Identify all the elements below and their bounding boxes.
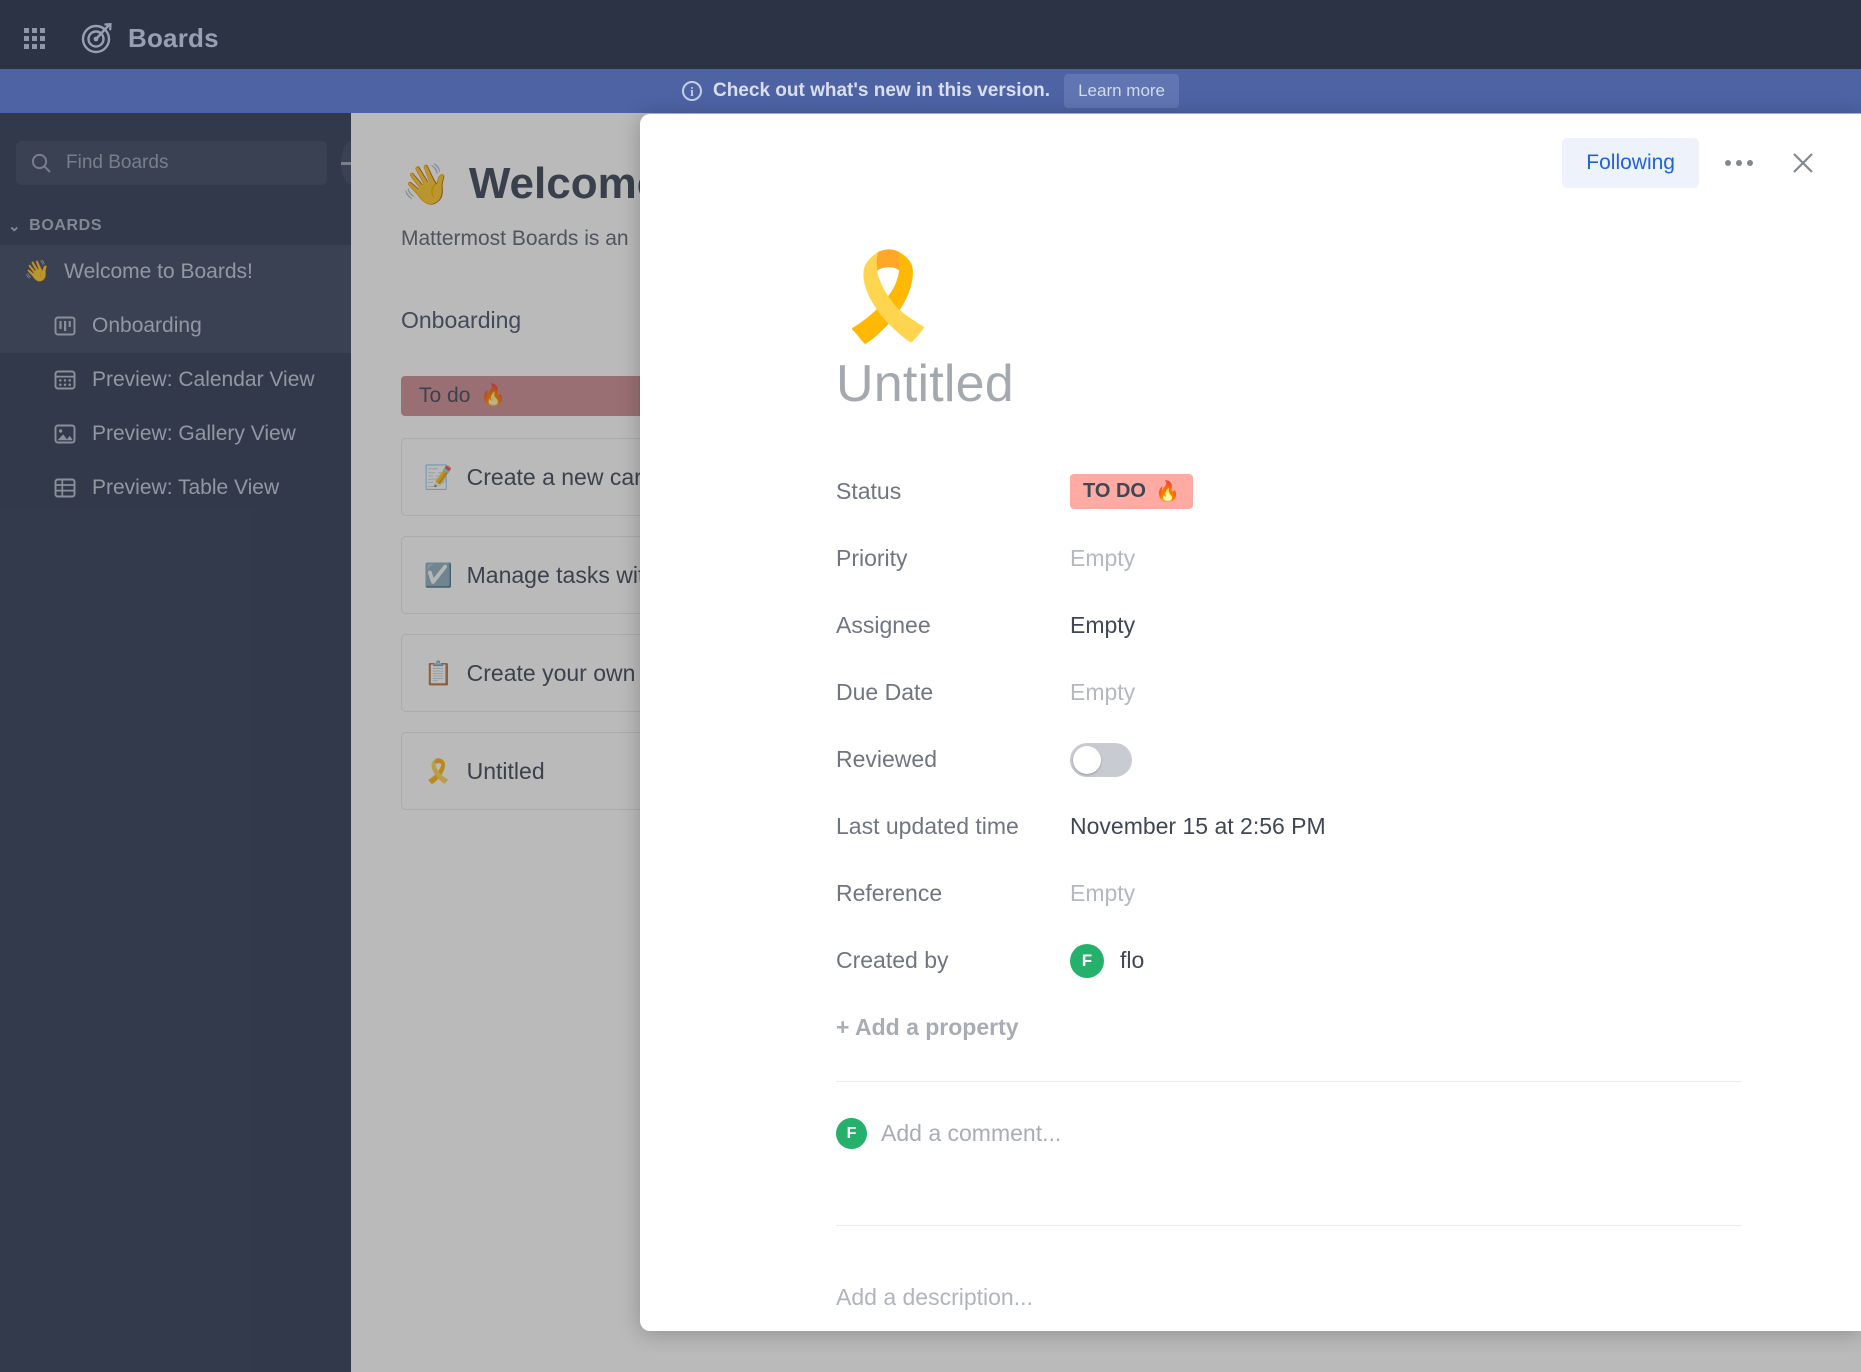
avatar: F xyxy=(836,1118,867,1149)
grid-menu-dots xyxy=(23,27,45,49)
grid-menu-icon[interactable] xyxy=(14,18,54,58)
boards-target-logo-icon xyxy=(80,21,114,55)
property-value[interactable]: Empty xyxy=(1070,612,1135,639)
property-label: Created by xyxy=(836,947,949,973)
learn-more-button[interactable]: Learn more xyxy=(1064,74,1180,108)
property-row-priority: Priority Empty xyxy=(836,525,1741,592)
property-value[interactable]: TO DO 🔥 xyxy=(1070,474,1193,509)
announcement-message: Check out what's new in this version. xyxy=(712,80,1051,101)
property-row-last-updated-time: Last updated time November 15 at 2:56 PM xyxy=(836,793,1741,860)
window-top-strip xyxy=(0,0,1861,7)
property-label: Reviewed xyxy=(836,746,937,772)
property-value[interactable]: Empty xyxy=(1070,679,1135,706)
property-row-created-by: Created by F flo xyxy=(836,927,1741,994)
property-row-reviewed: Reviewed xyxy=(836,726,1741,793)
card-emoji-icon[interactable]: 🎗️ xyxy=(836,254,1741,338)
status-badge-text: TO DO xyxy=(1083,480,1146,502)
add-comment-placeholder[interactable]: Add a comment... xyxy=(881,1120,1061,1147)
property-label: Due Date xyxy=(836,679,934,705)
add-comment-row[interactable]: F Add a comment... xyxy=(836,1082,1741,1185)
property-label: Last updated time xyxy=(836,813,1019,839)
property-value[interactable]: Empty xyxy=(1070,880,1135,907)
fire-emoji-icon: 🔥 xyxy=(1154,481,1180,503)
property-row-assignee: Assignee Empty xyxy=(836,592,1741,659)
add-property-button[interactable]: + Add a property xyxy=(836,1014,1741,1041)
card-title-heading[interactable]: Untitled xyxy=(836,354,1741,414)
announcement-text-group: i Check out what's new in this version. xyxy=(681,80,1051,102)
toggle-knob xyxy=(1073,745,1101,774)
following-button[interactable]: Following xyxy=(1562,138,1699,188)
app-title: Boards xyxy=(128,22,219,53)
property-row-status: Status TO DO 🔥 xyxy=(836,458,1741,525)
close-icon[interactable] xyxy=(1779,139,1827,187)
property-value: F flo xyxy=(1070,943,1145,978)
info-circle-icon: i xyxy=(681,81,702,101)
property-label: Status xyxy=(836,478,902,504)
add-description-placeholder[interactable]: Add a description... xyxy=(836,1226,1741,1311)
property-label: Assignee xyxy=(836,612,931,638)
property-row-reference: Reference Empty xyxy=(836,860,1741,927)
avatar: F xyxy=(1070,943,1104,978)
reviewed-toggle[interactable] xyxy=(1070,742,1132,777)
property-value xyxy=(1070,742,1132,777)
property-row-due-date: Due Date Empty xyxy=(836,659,1741,726)
property-value[interactable]: Empty xyxy=(1070,545,1135,572)
more-dots xyxy=(1725,160,1753,166)
card-detail-dialog: Following 🎗️ Untitled Status TO DO 🔥 Pri… xyxy=(640,114,1861,1331)
card-properties-list: Status TO DO 🔥 Priority Empty Assignee E… xyxy=(836,458,1741,1041)
status-badge[interactable]: TO DO 🔥 xyxy=(1070,474,1193,509)
created-by-name: flo xyxy=(1120,947,1145,973)
announcement-banner: i Check out what's new in this version. … xyxy=(0,69,1861,113)
dialog-toolbar: Following xyxy=(1562,138,1827,188)
more-horizontal-icon[interactable] xyxy=(1715,139,1763,187)
property-value: November 15 at 2:56 PM xyxy=(1070,813,1326,839)
global-header: Boards xyxy=(0,7,1861,69)
property-label: Reference xyxy=(836,880,943,906)
property-label: Priority xyxy=(836,545,908,571)
